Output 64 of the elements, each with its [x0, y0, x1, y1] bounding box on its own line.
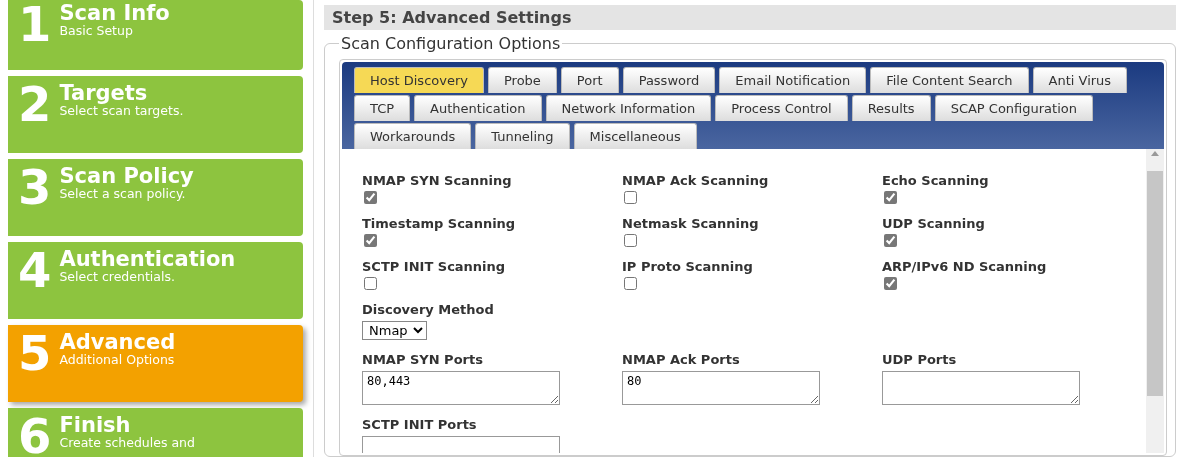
step-number: 5 [18, 329, 52, 383]
option-label: ARP/IPv6 ND Scanning [882, 259, 1047, 274]
step-subtitle: Select credentials. [59, 270, 176, 284]
step-subtitle: Select scan targets. [59, 104, 184, 118]
tab[interactable]: SCAP Configuration [934, 95, 1093, 121]
step-subtitle: Create schedules and [59, 436, 195, 450]
tab[interactable]: Anti Virus [1032, 67, 1128, 93]
tab[interactable]: Results [851, 95, 931, 121]
step-title: Scan Info [59, 2, 170, 24]
step-title: Finish [59, 414, 132, 436]
ports-field[interactable]: 80 [622, 371, 820, 405]
step-number: 6 [18, 412, 52, 457]
tab[interactable]: Workarounds [354, 123, 472, 149]
tab[interactable]: Network Information [545, 95, 712, 121]
step-title: Targets [59, 82, 149, 104]
field-label: UDP Ports [882, 352, 957, 367]
tab[interactable]: Tunneling [475, 123, 570, 149]
step-subtitle: Basic Setup [59, 24, 134, 38]
ports-field[interactable] [882, 371, 1080, 405]
step-subtitle: Select a scan policy. [59, 187, 186, 201]
checkbox[interactable] [624, 191, 637, 204]
step-title: Advanced [59, 331, 176, 353]
step-number: 1 [18, 0, 52, 54]
ports-field[interactable]: 80,443 [362, 371, 560, 405]
step-number: 4 [18, 246, 52, 300]
option-label: NMAP SYN Scanning [362, 173, 512, 188]
tab[interactable]: Host Discovery [354, 67, 484, 93]
checkbox[interactable] [364, 277, 377, 290]
step-number: 2 [18, 80, 52, 134]
step-title: Scan Policy [59, 165, 194, 187]
tab[interactable]: Port [560, 67, 619, 93]
tab[interactable]: Authentication [414, 95, 542, 121]
checkbox[interactable] [364, 234, 377, 247]
option-label: SCTP INIT Scanning [362, 259, 506, 274]
field-label: NMAP SYN Ports [362, 352, 483, 367]
option-label: Timestamp Scanning [362, 216, 516, 231]
field-label: SCTP INIT Ports [362, 417, 477, 432]
page-heading: Step 5: Advanced Settings [324, 5, 1176, 30]
checkbox[interactable] [624, 277, 637, 290]
tab[interactable]: Process Control [715, 95, 848, 121]
checkbox[interactable] [884, 234, 897, 247]
step-title: Authentication [59, 248, 236, 270]
tab[interactable]: Miscellaneous [573, 123, 697, 149]
tab[interactable]: Email Notification [719, 67, 867, 93]
step-number: 3 [18, 163, 52, 217]
option-label: Echo Scanning [882, 173, 989, 188]
checkbox[interactable] [624, 234, 637, 247]
tab[interactable]: TCP [354, 95, 411, 121]
field-label: NMAP Ack Ports [622, 352, 740, 367]
checkbox[interactable] [884, 191, 897, 204]
tab[interactable]: File Content Search [870, 67, 1029, 93]
option-label: UDP Scanning [882, 216, 985, 231]
fieldset-legend: Scan Configuration Options [339, 34, 563, 53]
tab[interactable]: Probe [487, 67, 557, 93]
checkbox[interactable] [364, 191, 377, 204]
field-label: Discovery Method [362, 302, 494, 317]
option-label: IP Proto Scanning [622, 259, 753, 274]
discovery-method-dropdown[interactable]: Nmap [362, 321, 427, 340]
step-subtitle: Additional Options [59, 353, 176, 367]
option-label: Netmask Scanning [622, 216, 759, 231]
tab[interactable]: Password [622, 67, 716, 93]
option-label: NMAP Ack Scanning [622, 173, 769, 188]
scrollbar[interactable] [1146, 149, 1164, 453]
checkbox[interactable] [884, 277, 897, 290]
